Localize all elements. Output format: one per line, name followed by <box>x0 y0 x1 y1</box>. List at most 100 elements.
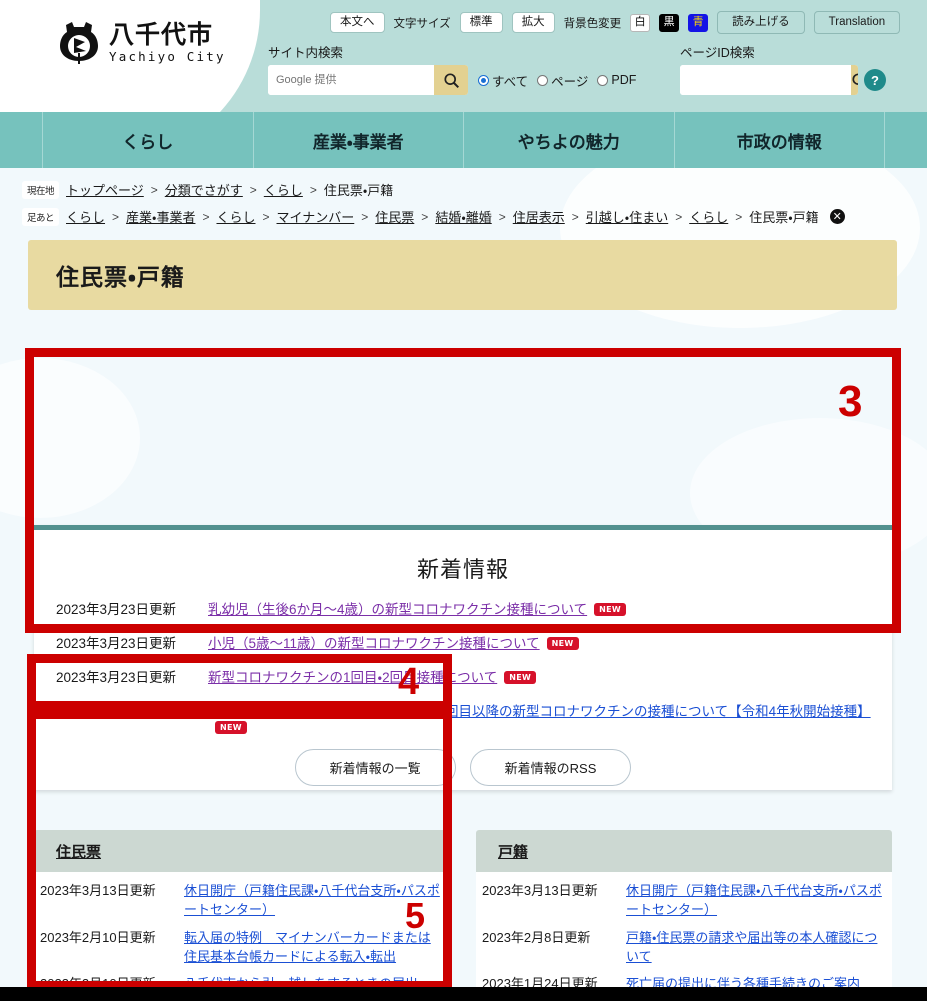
radio-pdf-icon <box>597 74 609 86</box>
history-link-4[interactable]: 住民票 <box>375 207 414 226</box>
background-color-label: 背景色変更 <box>563 17 622 30</box>
skip-to-content-button[interactable]: 本文へ <box>330 12 385 33</box>
breadcrumb-link-top[interactable]: トップページ <box>66 180 144 199</box>
history-link-3[interactable]: マイナンバー <box>277 207 355 226</box>
pageid-search-label: ページID検索 <box>680 46 755 60</box>
search-scope-all[interactable]: すべて <box>478 71 528 90</box>
search-scope-page-label: ページ <box>551 74 589 89</box>
site-logo[interactable]: 八千代市 Yachiyo City <box>58 20 226 66</box>
breadcrumb-separator: > <box>150 182 158 197</box>
new-badge: NEW <box>504 671 537 684</box>
breadcrumb-separator: > <box>309 182 317 197</box>
breadcrumb-separator: > <box>498 209 506 224</box>
search-scope-pdf[interactable]: PDF <box>597 73 636 87</box>
breadcrumb-separator: > <box>361 209 369 224</box>
breadcrumb-separator: > <box>202 209 210 224</box>
annotation-number-3: 3 <box>838 377 863 426</box>
juminhyo-column: 住民票 2023年3月13日更新 休日開庁（戸籍住民課・八千代台支所・パスポート… <box>34 830 450 1001</box>
breadcrumb-separator: > <box>735 209 743 224</box>
close-circle-icon[interactable]: ✕ <box>829 209 845 224</box>
bottom-black-strip <box>0 987 927 1001</box>
breadcrumb-history: 足あと くらし > 産業・事業者 > くらし > マイナンバー > 住民票 > … <box>22 207 927 226</box>
logo-text-japanese: 八千代市 <box>109 19 214 49</box>
history-link-6[interactable]: 住居表示 <box>513 207 565 226</box>
list-item-link[interactable]: 転入届の特例 マイナンバーカードまたは住民基本台帳カードによる転入・転出 <box>184 929 440 967</box>
yachiyo-city-crest-icon <box>58 20 100 66</box>
site-search-box[interactable] <box>268 65 468 95</box>
list-item-link[interactable]: 戸籍・住民票の請求や届出等の本人確認について <box>626 929 882 967</box>
new-badge: NEW <box>594 603 627 616</box>
breadcrumb-separator: > <box>421 209 429 224</box>
nav-item-sangyo[interactable]: 産業・事業者 <box>254 112 464 168</box>
juminhyo-heading-link[interactable]: 住民票 <box>56 841 101 862</box>
breadcrumb-separator: > <box>249 182 257 197</box>
list-item-date: 2023年2月10日更新 <box>40 929 156 945</box>
logo-text-english: Yachiyo City <box>109 49 226 65</box>
history-link-7[interactable]: 引越し・住まい <box>586 207 668 226</box>
bg-color-white-button[interactable]: 白 <box>630 13 651 32</box>
bg-color-blue-button[interactable]: 青 <box>688 13 709 32</box>
history-link-0[interactable]: くらし <box>66 207 105 226</box>
nav-item-kurashi[interactable]: くらし <box>42 112 254 168</box>
news-list-button[interactable]: 新着情報の一覧 <box>294 749 456 786</box>
history-link-5[interactable]: 結婚・離婚 <box>435 207 491 226</box>
list-item: 2023年2月10日更新 転入届の特例 マイナンバーカードまたは住民基本台帳カー… <box>34 929 440 967</box>
list-item-link[interactable]: 休日開庁（戸籍住民課・八千代台支所・パスポートセンター） <box>184 882 440 920</box>
news-item: 2023年3月23日更新 乳幼児（生後6か月～4歳）の新型コロナワクチン接種につ… <box>34 598 892 618</box>
history-link-8[interactable]: くらし <box>689 207 728 226</box>
pageid-search-input[interactable] <box>680 65 851 95</box>
juminhyo-column-header: 住民票 <box>34 830 450 872</box>
history-link-1[interactable]: 産業・事業者 <box>126 207 195 226</box>
text-size-large-button[interactable]: 拡大 <box>511 12 555 33</box>
main-navigation: くらし 産業・事業者 やちよの魅力 市政の情報 <box>0 112 927 168</box>
radio-page-icon <box>537 74 549 86</box>
page-root: 八千代市 Yachiyo City 本文へ 文字サイズ 標準 拡大 背景色変更 … <box>0 0 927 1001</box>
breadcrumb: 現在地 トップページ > 分類でさがす > くらし > 住民票・戸籍 足あと く… <box>0 168 927 226</box>
bg-decoration-2 <box>0 358 140 518</box>
search-scope-page[interactable]: ページ <box>537 71 588 90</box>
koseki-column-body: 2023年3月13日更新 休日開庁（戸籍住民課・八千代台支所・パスポートセンター… <box>476 872 892 1001</box>
news-rss-button[interactable]: 新着情報のRSS <box>469 749 632 786</box>
news-heading: 新着情報 <box>416 557 509 582</box>
text-size-normal-button[interactable]: 標準 <box>459 12 503 33</box>
news-actions: 新着情報の一覧 新着情報のRSS <box>34 749 892 786</box>
news-item-link[interactable]: 乳幼児（生後6か月～4歳）の新型コロナワクチン接種について <box>208 602 587 617</box>
history-current: 住民票・戸籍 <box>749 210 819 225</box>
list-item: 2023年3月13日更新 休日開庁（戸籍住民課・八千代台支所・パスポートセンター… <box>34 882 440 920</box>
site-search-submit-button[interactable] <box>434 65 468 95</box>
breadcrumb-current: 現在地 トップページ > 分類でさがす > くらし > 住民票・戸籍 <box>22 180 927 199</box>
list-item-link[interactable]: 休日開庁（戸籍住民課・八千代台支所・パスポートセンター） <box>626 882 882 920</box>
breadcrumb-link-bunrui[interactable]: 分類でさがす <box>165 180 243 199</box>
pageid-search-submit-button[interactable] <box>851 65 858 95</box>
breadcrumb-link-kurashi[interactable]: くらし <box>264 180 303 199</box>
category-columns: 住民票 2023年3月13日更新 休日開庁（戸籍住民課・八千代台支所・パスポート… <box>34 830 892 1001</box>
news-item-date: 2023年3月23日更新 <box>56 602 177 617</box>
annotation-number-4: 4 <box>398 661 420 703</box>
search-scope-radios: すべて ページ PDF <box>478 71 636 90</box>
pageid-search-box[interactable] <box>680 65 858 95</box>
juminhyo-column-body: 2023年3月13日更新 休日開庁（戸籍住民課・八千代台支所・パスポートセンター… <box>34 872 450 1001</box>
news-item-link[interactable]: 小児（5歳～11歳）の新型コロナワクチン接種について <box>208 636 540 651</box>
news-item-link[interactable]: オミクロン株対応ワクチンを使用した3回目以降の新型コロナワクチンの接種について【… <box>208 704 871 719</box>
help-icon[interactable]: ? <box>864 69 886 91</box>
read-aloud-button[interactable]: 読み上げる <box>717 11 805 34</box>
page-title-banner: 住民票・戸籍 <box>28 240 897 310</box>
nav-item-miryoku[interactable]: やちよの魅力 <box>464 112 675 168</box>
news-item-date: 2023年3月23日更新 <box>56 636 177 651</box>
site-search-area: サイト内検索 すべて <box>268 42 668 95</box>
news-item-date: 2023年3月22日更新 <box>56 704 177 719</box>
page-body: 現在地 トップページ > 分類でさがす > くらし > 住民票・戸籍 足あと く… <box>0 168 927 1001</box>
page-title: 住民票・戸籍 <box>56 264 185 290</box>
site-search-input[interactable] <box>268 65 434 95</box>
translation-button[interactable]: Translation <box>813 11 901 34</box>
nav-item-shisei[interactable]: 市政の情報 <box>675 112 885 168</box>
list-item-date: 2023年2月8日更新 <box>482 929 591 945</box>
bg-color-black-button[interactable]: 黒 <box>659 13 680 32</box>
breadcrumb-separator: > <box>112 209 120 224</box>
news-item-date: 2023年3月23日更新 <box>56 670 177 685</box>
history-link-2[interactable]: くらし <box>216 207 255 226</box>
news-item-link[interactable]: 新型コロナワクチンの1回目・2回目接種について <box>208 670 497 685</box>
news-card: 新着情報 2023年3月23日更新 乳幼児（生後6か月～4歳）の新型コロナワクチ… <box>34 525 892 790</box>
koseki-heading-link[interactable]: 戸籍 <box>498 841 528 862</box>
annotation-number-5: 5 <box>405 895 426 936</box>
